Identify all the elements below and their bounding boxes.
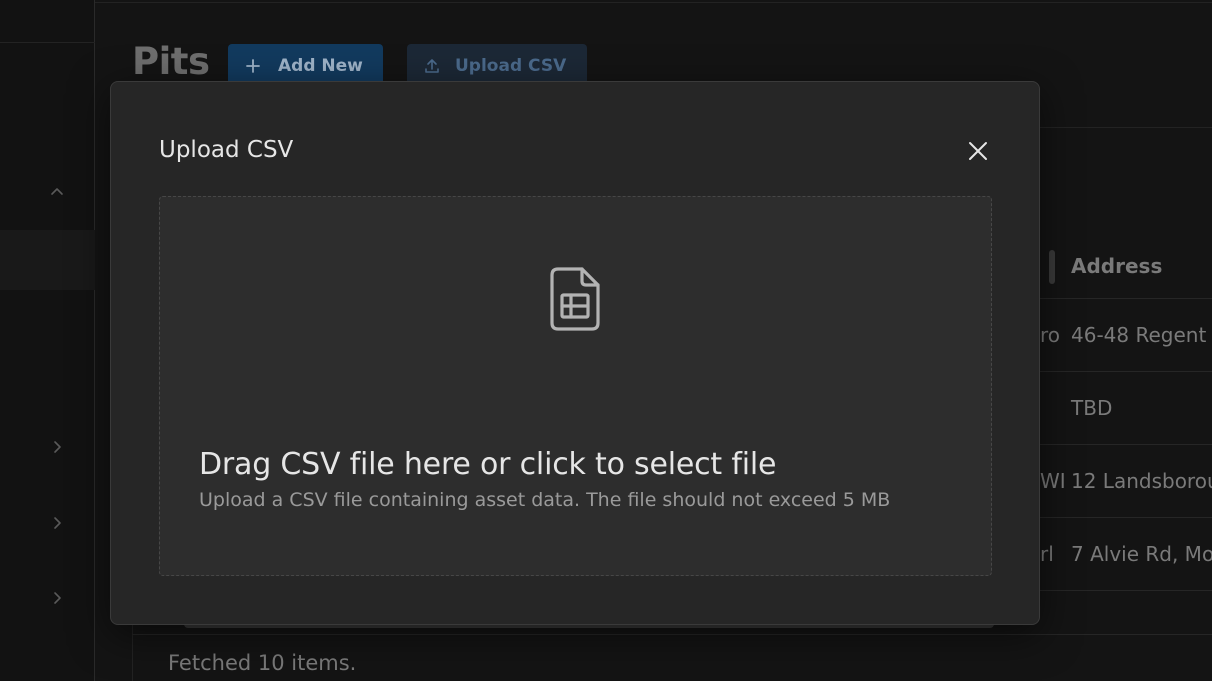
table-cell-address: 12 Landsborou: [1071, 469, 1212, 493]
topbar: [95, 0, 1212, 3]
chevron-right-icon[interactable]: [50, 591, 64, 605]
row-divider: [1040, 517, 1212, 518]
dropzone-subtitle: Upload a CSV file containing asset data.…: [199, 489, 891, 511]
csv-dropzone[interactable]: Drag CSV file here or click to select fi…: [159, 196, 992, 576]
row-divider: [132, 634, 1212, 635]
table-cell-address: 46-48 Regent: [1071, 323, 1207, 347]
dropzone-title: Drag CSV file here or click to select fi…: [199, 447, 777, 482]
upload-csv-modal: Upload CSV Drag CSV file here or click t…: [110, 81, 1040, 625]
sidebar: [0, 0, 95, 681]
column-header-address[interactable]: Address: [1071, 254, 1162, 278]
sidebar-item-active[interactable]: [0, 230, 95, 290]
table-cell-address: 7 Alvie Rd, Mo: [1071, 542, 1212, 566]
chevron-right-icon[interactable]: [50, 516, 64, 530]
csv-file-icon: [548, 265, 604, 333]
column-resize-handle[interactable]: [1049, 250, 1055, 284]
chevron-up-icon[interactable]: [50, 185, 64, 199]
upload-icon: [423, 57, 441, 75]
row-divider: [1040, 444, 1212, 445]
status-text: Fetched 10 items.: [168, 651, 357, 675]
modal-title: Upload CSV: [159, 137, 294, 163]
add-new-label: Add New: [278, 56, 363, 76]
upload-csv-label: Upload CSV: [455, 56, 567, 76]
sidebar-divider: [0, 42, 95, 43]
table-cell: ro: [1040, 323, 1061, 347]
row-divider: [1040, 371, 1212, 372]
page-title: Pits: [132, 40, 210, 83]
close-icon[interactable]: [966, 139, 990, 163]
row-divider: [1040, 590, 1212, 591]
plus-icon: [244, 57, 262, 75]
app-root: Pits Add New Upload CSV Address ro 46-48…: [0, 0, 1212, 681]
chevron-right-icon[interactable]: [50, 440, 64, 454]
table-cell: rl: [1040, 542, 1054, 566]
table-cell: WI: [1040, 469, 1066, 493]
row-divider: [1040, 298, 1212, 299]
table-cell-address: TBD: [1071, 396, 1113, 420]
